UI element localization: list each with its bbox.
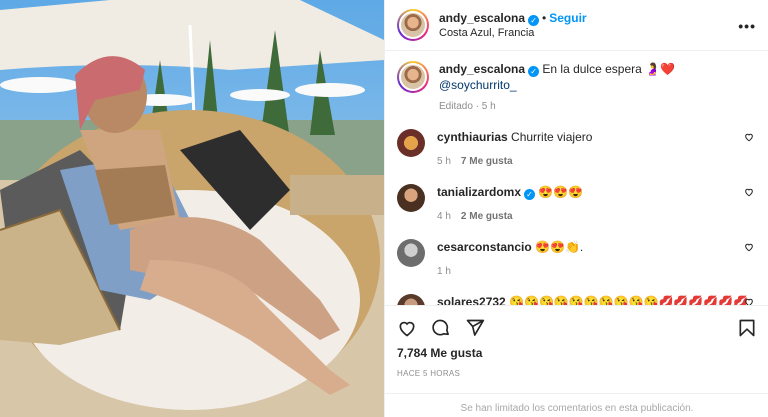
comment-item: solares2732 😘😘😘😘😘😘😘😘😘😘💋💋💋💋💋💋: [397, 294, 754, 305]
like-comment-heart-icon[interactable]: [744, 297, 754, 305]
comment-time: 5 h: [437, 156, 451, 167]
comment-username[interactable]: cynthiaurias: [437, 130, 508, 144]
like-comment-heart-icon[interactable]: [744, 242, 754, 252]
caption-mention-link[interactable]: @soychurrito_: [439, 78, 517, 92]
post-actions: 7,784 Me gusta HACE 5 HORAS Se han limit…: [385, 305, 768, 417]
commenter-avatar[interactable]: [397, 239, 425, 267]
verified-badge-icon: ✓: [524, 189, 536, 200]
like-comment-heart-icon[interactable]: [744, 132, 754, 142]
comment-text: 😍😍😍: [538, 185, 584, 199]
comment-item: cesarconstancio 😍😍👏. 1 h: [397, 239, 754, 280]
caption: andy_escalona ✓ En la dulce espera 🤰❤️ @s…: [397, 61, 754, 115]
comments-list[interactable]: andy_escalona ✓ En la dulce espera 🤰❤️ @s…: [385, 51, 768, 305]
comment-text: 😍😍👏.: [535, 240, 584, 254]
commenter-avatar[interactable]: [397, 294, 425, 305]
commenter-avatar[interactable]: [397, 184, 425, 212]
comment-likes[interactable]: 2 Me gusta: [461, 211, 513, 222]
comment-username[interactable]: solares2732: [437, 295, 506, 305]
comments-limited-notice: Se han limitado los comentarios en esta …: [385, 393, 768, 417]
commenter-avatar[interactable]: [397, 129, 425, 157]
post-sidebar: andy_escalona ✓ • Seguir Costa Azul, Franci…: [384, 0, 768, 417]
save-bookmark-icon[interactable]: [737, 318, 757, 338]
share-send-icon[interactable]: [465, 318, 485, 338]
comment-username[interactable]: tanializardomx: [437, 185, 521, 199]
comment-username[interactable]: cesarconstancio: [437, 240, 532, 254]
likes-count[interactable]: 7,784 Me gusta: [385, 346, 768, 360]
post-photo[interactable]: [0, 0, 384, 417]
author-avatar[interactable]: [397, 9, 429, 41]
caption-text: En la dulce espera 🤰❤️: [542, 62, 676, 76]
comment-bubble-icon[interactable]: [431, 318, 451, 338]
comment-likes[interactable]: 7 Me gusta: [461, 156, 513, 167]
caption-avatar[interactable]: [397, 61, 429, 93]
like-comment-heart-icon[interactable]: [744, 187, 754, 197]
more-options-icon[interactable]: •••: [738, 18, 756, 34]
post-header: andy_escalona ✓ • Seguir Costa Azul, Franci…: [385, 0, 768, 51]
comment-time: 1 h: [437, 266, 451, 277]
comment-text: Churrite viajero: [511, 130, 593, 144]
post-location[interactable]: Costa Azul, Francia: [439, 26, 587, 41]
comment-item: tanializardomx ✓ 😍😍😍 4 h 2 Me gusta: [397, 184, 754, 225]
action-bar: [385, 306, 768, 338]
author-username[interactable]: andy_escalona: [439, 11, 525, 25]
separator-dot: •: [542, 10, 547, 25]
caption-username[interactable]: andy_escalona: [439, 62, 525, 76]
comment-item: cynthiaurias Churrite viajero 5 h 7 Me gu…: [397, 129, 754, 170]
post-time[interactable]: HACE 5 HORAS: [385, 369, 768, 378]
verified-badge-icon: ✓: [528, 66, 540, 77]
follow-button[interactable]: Seguir: [549, 11, 586, 25]
verified-badge-icon: ✓: [528, 14, 540, 26]
author-info: andy_escalona ✓ • Seguir Costa Azul, Franci…: [439, 10, 587, 41]
comment-text: 😘😘😘😘😘😘😘😘😘😘💋💋💋💋💋💋: [509, 295, 749, 305]
beach-lounge-photo: [0, 0, 384, 417]
comment-time: 4 h: [437, 211, 451, 222]
like-heart-icon[interactable]: [397, 318, 417, 338]
caption-edited: Editado · 5 h: [439, 101, 496, 112]
